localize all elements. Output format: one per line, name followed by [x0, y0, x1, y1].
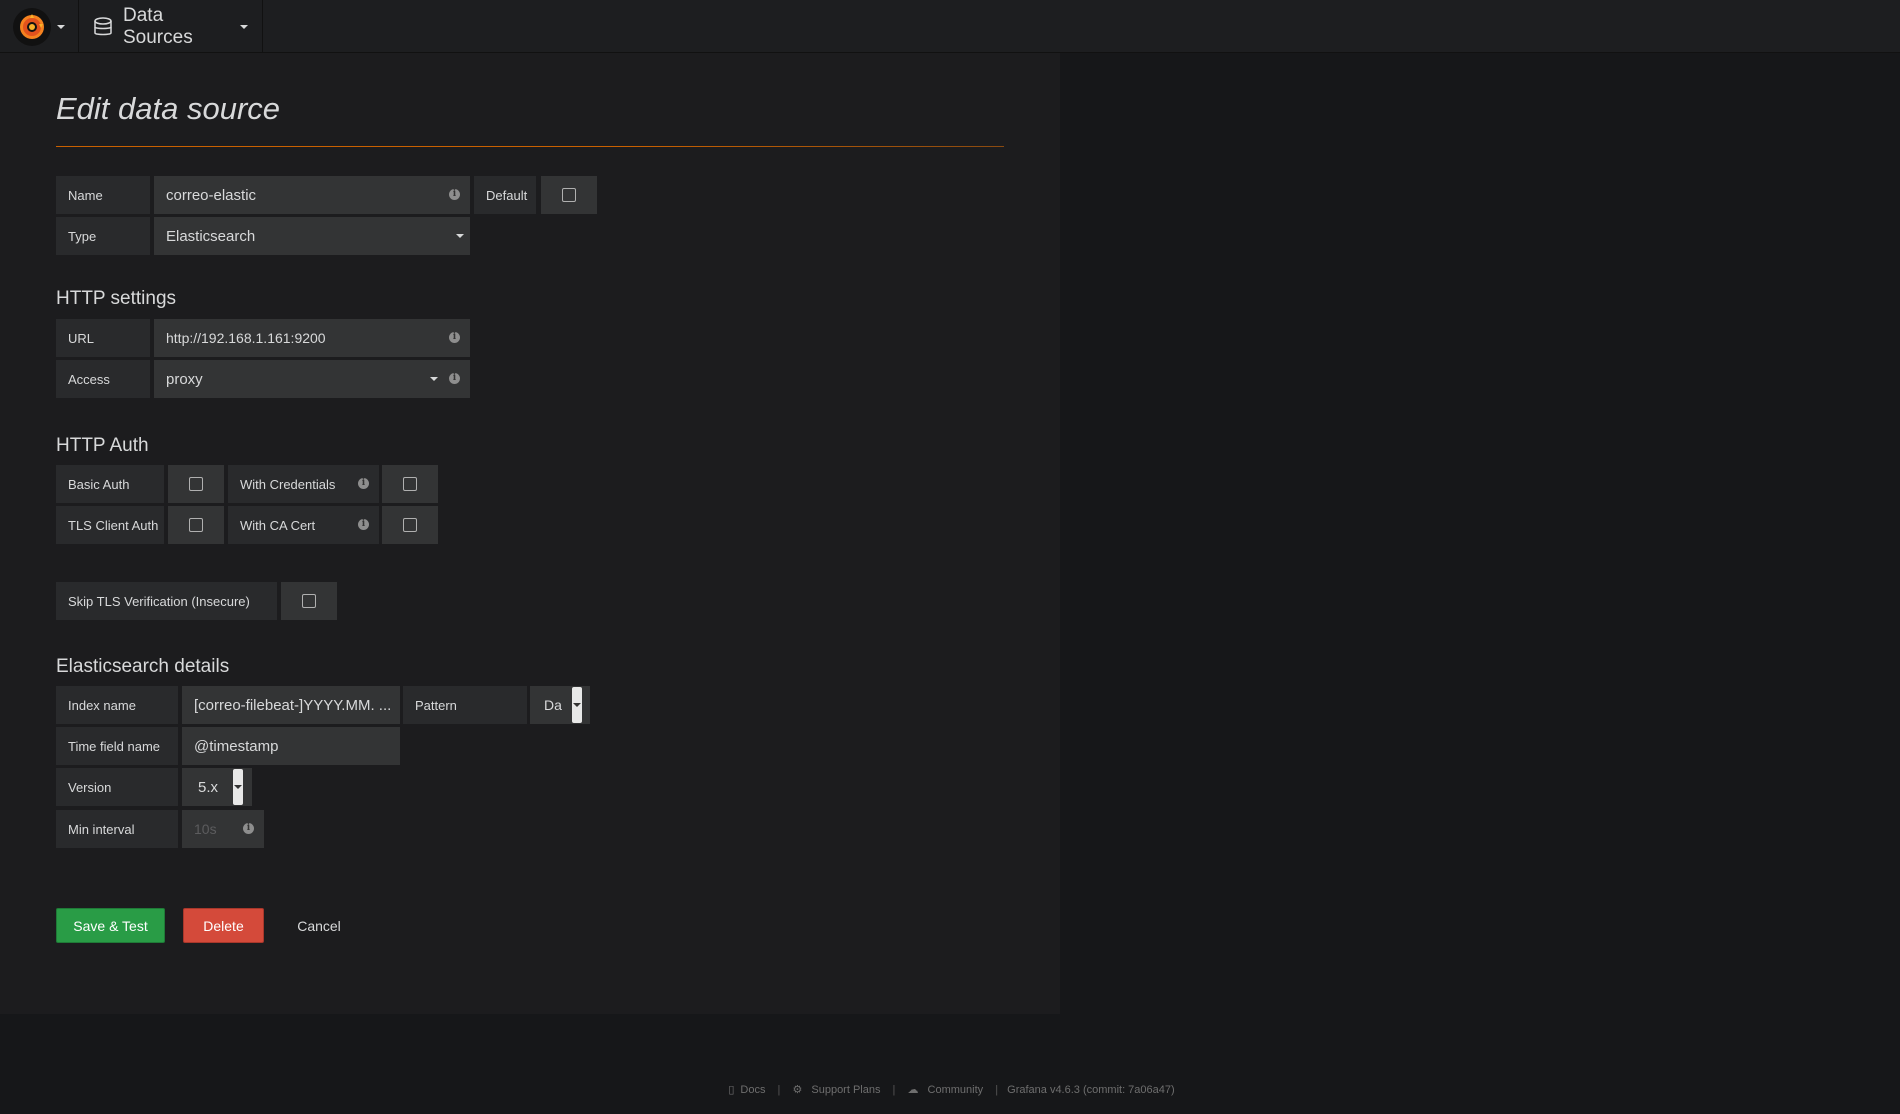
- main-panel: Edit data source Name correo-elastic i D…: [0, 53, 1060, 1014]
- default-checkbox[interactable]: [541, 176, 597, 214]
- es-details-heading: Elasticsearch details: [56, 656, 230, 677]
- url-value: http://192.168.1.161:9200: [166, 330, 326, 346]
- info-icon[interactable]: i: [449, 189, 460, 200]
- checkbox-square-icon: [403, 518, 417, 532]
- nav-data-sources[interactable]: Data Sources: [79, 0, 263, 53]
- access-value: proxy: [166, 370, 203, 388]
- http-settings-heading: HTTP settings: [56, 288, 177, 309]
- time-field-label: Time field name: [56, 727, 178, 765]
- page-title: Edit data source: [56, 91, 281, 126]
- footer-docs-link[interactable]: ▯ Docs: [722, 1084, 771, 1096]
- delete-button[interactable]: Delete: [183, 908, 264, 943]
- document-icon: ▯: [728, 1084, 735, 1096]
- tls-client-auth-checkbox[interactable]: [168, 506, 224, 544]
- with-ca-cert-label: With CA Cert i: [228, 506, 379, 544]
- version-dropdown-button[interactable]: [233, 769, 243, 805]
- nav-section-label: Data Sources: [123, 4, 193, 48]
- default-label: Default: [474, 176, 536, 214]
- footer-docs-text: Docs: [740, 1084, 766, 1096]
- tls-client-auth-label: TLS Client Auth: [56, 506, 164, 544]
- chevron-down-icon: [234, 785, 242, 789]
- version-select[interactable]: 5.x: [182, 768, 252, 806]
- name-input[interactable]: correo-elastic i: [154, 176, 470, 214]
- database-icon: [93, 16, 113, 37]
- pattern-value: Da: [544, 697, 562, 713]
- version-label: Version: [56, 768, 178, 806]
- info-icon[interactable]: i: [358, 519, 369, 530]
- footer-version: Grafana v4.6.3 (commit: 7a06a47): [1007, 1084, 1175, 1096]
- title-divider: [56, 146, 1004, 147]
- access-label: Access: [56, 360, 150, 398]
- version-value: 5.x: [198, 778, 219, 796]
- with-credentials-checkbox[interactable]: [382, 465, 438, 503]
- footer: ▯ Docs | ⚙ Support Plans | ☁ Community | …: [0, 1083, 1900, 1099]
- min-interval-label: Min interval: [56, 810, 178, 848]
- info-icon[interactable]: i: [449, 332, 460, 343]
- grafana-menu-button[interactable]: [0, 0, 79, 53]
- footer-separator: |: [892, 1084, 896, 1096]
- with-ca-cert-checkbox[interactable]: [382, 506, 438, 544]
- checkbox-square-icon: [562, 188, 576, 202]
- footer-community-link[interactable]: ☁ Community: [901, 1084, 989, 1096]
- with-credentials-label: With Credentials i: [228, 465, 379, 503]
- name-label: Name: [56, 176, 150, 214]
- index-name-value: [correo-filebeat-]YYYY.MM. ...: [194, 696, 392, 714]
- grafana-logo-icon: [13, 7, 51, 46]
- footer-separator: |: [777, 1084, 781, 1096]
- save-test-button[interactable]: Save & Test: [56, 908, 165, 943]
- footer-separator: |: [995, 1084, 999, 1096]
- skip-tls-checkbox[interactable]: [281, 582, 337, 620]
- checkbox-square-icon: [403, 477, 417, 491]
- top-navbar: Data Sources: [0, 0, 1900, 53]
- cancel-button[interactable]: Cancel: [286, 908, 352, 943]
- footer-support-text: Support Plans: [811, 1084, 881, 1096]
- with-ca-cert-text: With CA Cert: [240, 517, 316, 533]
- with-credentials-text: With Credentials: [240, 476, 336, 492]
- basic-auth-checkbox[interactable]: [168, 465, 224, 503]
- pattern-dropdown-button[interactable]: [572, 687, 582, 723]
- chevron-down-icon: [57, 24, 65, 29]
- chevron-down-icon: [573, 703, 581, 707]
- info-icon[interactable]: i: [358, 478, 369, 489]
- index-name-input[interactable]: [correo-filebeat-]YYYY.MM. ...: [182, 686, 400, 724]
- comments-icon: ☁: [907, 1084, 919, 1096]
- support-icon: ⚙: [792, 1084, 803, 1096]
- checkbox-square-icon: [189, 518, 203, 532]
- type-value: Elasticsearch: [166, 227, 256, 245]
- index-name-label: Index name: [56, 686, 178, 724]
- min-interval-placeholder: 10s: [194, 821, 217, 837]
- footer-community-text: Community: [927, 1084, 984, 1096]
- time-field-value: @timestamp: [194, 737, 279, 755]
- chevron-down-icon: [456, 234, 464, 238]
- pattern-select[interactable]: Da: [530, 686, 590, 724]
- type-select[interactable]: Elasticsearch: [154, 217, 470, 255]
- http-auth-heading: HTTP Auth: [56, 435, 149, 456]
- footer-support-link[interactable]: ⚙ Support Plans: [786, 1084, 886, 1096]
- info-icon[interactable]: i: [243, 823, 254, 834]
- type-label: Type: [56, 217, 150, 255]
- pattern-label: Pattern: [403, 686, 527, 724]
- name-value: correo-elastic: [166, 186, 257, 204]
- url-input[interactable]: http://192.168.1.161:9200 i: [154, 319, 470, 357]
- url-label: URL: [56, 319, 150, 357]
- time-field-input[interactable]: @timestamp: [182, 727, 400, 765]
- access-select[interactable]: proxy i: [154, 360, 470, 398]
- basic-auth-label: Basic Auth: [56, 465, 164, 503]
- min-interval-input[interactable]: 10s i: [182, 810, 264, 848]
- info-icon[interactable]: i: [449, 373, 460, 384]
- chevron-down-icon: [430, 377, 438, 381]
- checkbox-square-icon: [302, 594, 316, 608]
- skip-tls-label: Skip TLS Verification (Insecure): [56, 582, 277, 620]
- chevron-down-icon: [240, 24, 248, 29]
- checkbox-square-icon: [189, 477, 203, 491]
